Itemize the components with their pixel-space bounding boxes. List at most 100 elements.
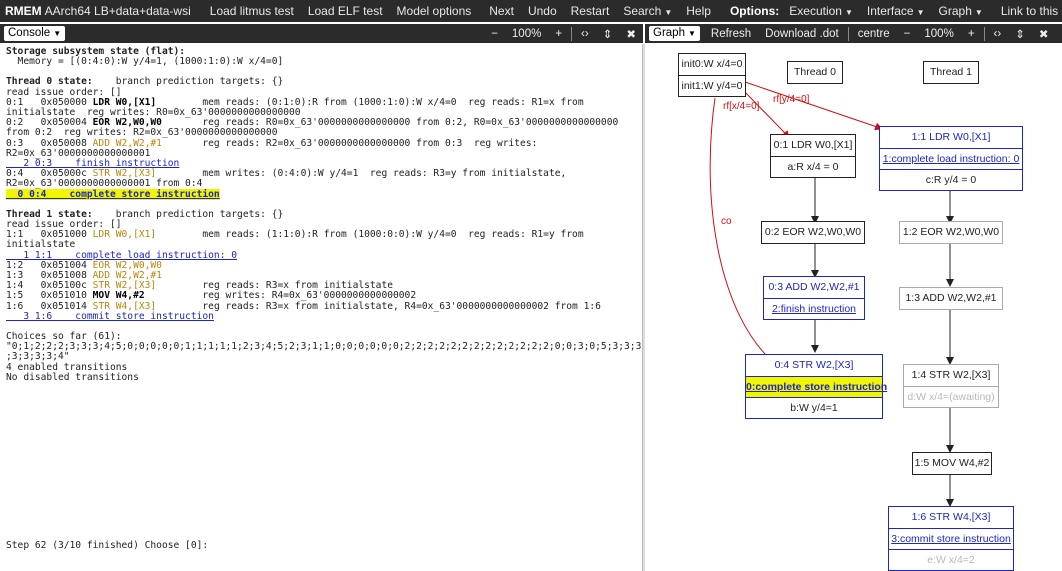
node-0-4[interactable]: 0:4 STR W2,[X3] 0:complete store instruc… [745,354,887,419]
node-instr: 1:1 LDR W0,[X1] [911,131,991,143]
caret-down-icon: ▼ [974,8,983,17]
zoom-out-button[interactable]: − [904,28,911,40]
graph-select-label: Graph [653,27,685,39]
init-node[interactable]: init0:W x/4=0 init1:W y/4=0 [678,53,746,97]
thread-0-name: Thread 0 [793,66,837,78]
node-event: b:W y/4=1 [746,397,882,418]
graph-menu[interactable]: Graph ▼ [939,4,983,18]
centre-button[interactable]: centre [858,28,890,40]
console-toolbar: Console ▼ − 100% + ‹› ⇕ ✖ [0,24,643,43]
split-horizontal-icon[interactable]: ‹› [581,28,589,40]
init0-event: init0:W x/4=0 [681,58,743,70]
search-menu-label: Search [623,4,662,18]
rf-edge-y [744,81,883,131]
graph-toolbar: Graph ▼ Refresh Download .dot centre − 10… [645,24,1062,43]
node-instr: 0:1 LDR W0,[X1] [773,139,853,151]
help-button[interactable]: Help [686,4,711,18]
graph-pane-select[interactable]: Graph ▼ [649,26,700,41]
model-options-button[interactable]: Model options [397,4,472,18]
node-1-1[interactable]: 1:1 LDR W0,[X1] 1:complete load instruct… [879,126,1023,191]
console-select-label: Console [8,27,51,39]
node-0-2[interactable]: 0:2 EOR W2,W0,W0 [761,221,865,244]
load-elf-button[interactable]: Load ELF test [308,4,383,18]
node-1-6[interactable]: 1:6 STR W4,[X3] 3:commit store instructi… [888,506,1014,571]
search-menu[interactable]: Search ▼ [623,4,672,18]
restart-button[interactable]: Restart [571,4,610,18]
node-0-3[interactable]: 0:3 ADD W2,W2,#1 2:finish instruction [763,276,865,320]
caret-down-icon: ▼ [916,8,925,17]
thread-1-name: Thread 1 [929,66,973,78]
toolbar-divider [847,26,849,41]
console-output[interactable]: Storage subsystem state (flat): Memory =… [0,44,643,571]
console-pane-select[interactable]: Console ▼ [4,26,66,41]
execution-menu[interactable]: Execution ▼ [789,4,853,18]
instr-detail: mem reads: (1:1:0):R from (1000:0:0):W y… [156,229,584,241]
top-menu-bar: RMEM AArch64 LB+data+data-wsi Load litmu… [0,0,1062,22]
finish-instruction-link[interactable]: 2:finish instruction [764,298,864,319]
node-instr: 0:2 EOR W2,W0,W0 [764,226,862,238]
graph-menu-label: Graph [938,4,972,18]
next-button[interactable]: Next [489,4,514,18]
load-litmus-button[interactable]: Load litmus test [210,4,294,18]
transition-link-0-highlighted[interactable]: 0 0:4 complete store instruction [6,188,220,200]
node-instr: 1:3 ADD W2,W2,#1 [905,292,997,304]
close-pane-icon[interactable]: ✖ [1039,27,1049,41]
init1-event: init1:W y/4=0 [679,75,745,96]
transition-line: 3 1:6 commit store instruction [6,311,632,322]
complete-load-link[interactable]: 1:complete load instruction: 0 [880,148,1022,169]
app-brand: RMEM [5,4,42,18]
toolbar-divider [571,26,573,41]
node-0-1[interactable]: 0:1 LDR W0,[X1] a:R x/4 = 0 [770,134,856,178]
branch-prediction: branch prediction targets: {} [92,76,284,88]
caret-down-icon: ▼ [664,8,673,17]
thread-0-title: Thread 0 state: [6,76,93,88]
node-1-3[interactable]: 1:3 ADD W2,W2,#1 [899,287,1003,310]
instr-detail: mem writes: (0:4:0):W y/4=1 reg reads: R… [156,168,567,180]
node-instr: 1:5 MOV W4,#2 [914,457,990,469]
undo-button[interactable]: Undo [528,4,557,18]
node-1-2[interactable]: 1:2 EOR W2,W0,W0 [899,221,1003,244]
caret-down-icon: ▼ [844,8,853,17]
step-prompt[interactable]: Step 62 (3/10 finished) Choose [0]: [6,540,208,551]
split-horizontal-icon[interactable]: ‹› [994,28,1002,40]
link-to-state-menu[interactable]: Link to this state▼ [1001,4,1062,18]
instr-line-1-1: 1:1 0x051000 LDR W0,[X1] mem reads: (1:1… [6,230,632,240]
toolbar-divider [983,26,985,41]
node-event-awaiting: d:W x/4=(awaiting) [904,386,998,407]
refresh-button[interactable]: Refresh [711,28,751,40]
instr-detail: reg reads: R2=0x_63'0000000000000000 fro… [161,137,538,149]
options-label: Options: [729,4,780,18]
rf-y-label: rf[y/4=0] [773,94,810,105]
caret-down-icon: ▼ [53,29,62,38]
zoom-out-button[interactable]: − [491,28,498,40]
node-instr: 1:4 STR W2,[X3] [911,369,991,381]
choices-list: "0;1;2;2;2;3;3;3;4;5;0;0;0;0;0;1;1;1;1;1… [6,341,643,353]
commit-store-link[interactable]: 3:commit store instruction [889,528,1013,549]
download-dot-button[interactable]: Download .dot [765,28,839,40]
zoom-in-button[interactable]: + [968,28,975,40]
zoom-level: 100% [924,27,954,40]
zoom-in-button[interactable]: + [555,28,562,40]
disabled-transitions: No disabled transitions [6,371,139,383]
interface-menu[interactable]: Interface ▼ [867,4,925,18]
node-1-4[interactable]: 1:4 STR W2,[X3] d:W x/4=(awaiting) [903,364,999,408]
split-vertical-icon[interactable]: ⇕ [603,27,613,41]
test-name: AArch64 LB+data+data-wsi [44,4,191,18]
split-vertical-icon[interactable]: ⇕ [1015,27,1025,41]
node-instr: 1:2 EOR W2,W0,W0 [902,226,1000,238]
instr-address: 0:3 0x050008 [6,137,93,149]
rf-x-label: rf[x/4=0] [723,101,760,112]
graph-canvas[interactable]: init0:W x/4=0 init1:W y/4=0 Thread 0 Thr… [645,44,1062,571]
co-label: co [721,216,732,227]
instr-mnemonic: ADD W2,W2,#1 [92,137,162,149]
node-event: a:R x/4 = 0 [771,156,855,177]
node-1-5[interactable]: 1:5 MOV W4,#2 [912,452,992,475]
complete-store-link-highlighted[interactable]: 0:complete store instruction [746,376,887,397]
execution-menu-label: Execution [789,4,842,18]
close-pane-icon[interactable]: ✖ [626,27,636,41]
thread-1-label: Thread 1 [923,61,979,84]
transition-link-3[interactable]: 3 1:6 commit store instruction [6,311,214,322]
node-event-pending: e:W x/4=2 [889,549,1013,570]
node-instr: 0:3 ADD W2,W2,#1 [768,281,860,293]
transition-line: 0 0:4 complete store instruction [6,188,632,200]
